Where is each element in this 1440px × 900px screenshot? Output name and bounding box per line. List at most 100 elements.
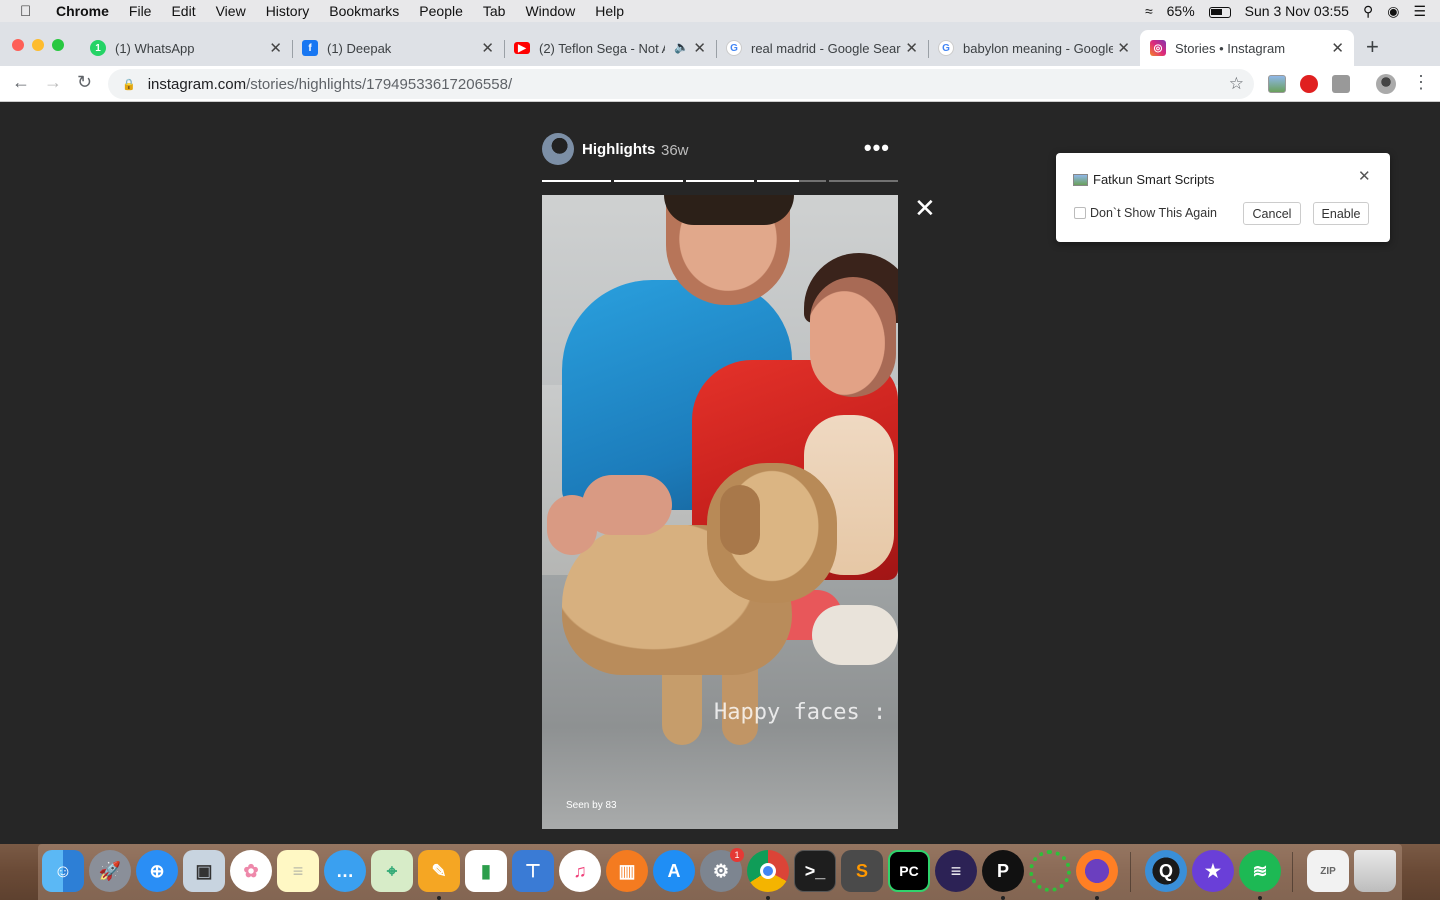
spinner-app-icon[interactable] [1029, 850, 1071, 892]
lock-icon[interactable]: 🔒 [122, 78, 136, 91]
notification-center-icon[interactable]: ☰ [1413, 3, 1426, 20]
tab-instagram[interactable]: ◎ Stories • Instagram ✕ [1140, 30, 1354, 66]
photos-icon[interactable]: ✿ [230, 850, 272, 892]
url-path: /stories/highlights/17949533617206558/ [246, 75, 513, 93]
battery-icon[interactable] [1208, 3, 1231, 19]
tab-google-babylon[interactable]: G babylon meaning - Google Search ✕ [928, 30, 1140, 66]
apple-icon[interactable]:  [20, 3, 40, 20]
bookmark-star-icon[interactable]: ☆ [1229, 74, 1244, 94]
archive-icon[interactable]: ZIP [1307, 850, 1349, 892]
wifi-icon[interactable]: ≈ [1145, 3, 1153, 19]
menu-people[interactable]: People [419, 3, 463, 19]
photo-shoe [812, 605, 898, 665]
running-indicator [766, 896, 770, 900]
quicktime-icon[interactable]: Q [1145, 850, 1187, 892]
opera-extension-icon[interactable] [1300, 75, 1318, 93]
trash-icon[interactable] [1354, 850, 1396, 892]
avatar[interactable] [542, 133, 574, 165]
launchpad-icon[interactable]: 🚀 [89, 850, 131, 892]
menu-file[interactable]: File [129, 3, 152, 19]
photo-girl-face [810, 277, 896, 397]
chrome-menu-icon[interactable]: ⋮ [1412, 72, 1430, 93]
close-window-button[interactable] [12, 39, 24, 51]
eclipse-icon[interactable]: ≡ [935, 850, 977, 892]
tab-whatsapp[interactable]: 1 (1) WhatsApp ✕ [80, 30, 292, 66]
menu-view[interactable]: View [216, 3, 246, 19]
speaker-icon[interactable]: 🔈 [674, 40, 689, 54]
clock[interactable]: Sun 3 Nov 03:55 [1245, 3, 1349, 19]
facebook-icon: f [302, 40, 318, 56]
fatkun-extension-icon[interactable] [1268, 75, 1286, 93]
forward-button[interactable]: → [44, 72, 62, 93]
tab-title: real madrid - Google Search [751, 40, 901, 56]
menu-history[interactable]: History [266, 3, 310, 19]
address-bar[interactable]: 🔒 instagram.com/stories/highlights/17949… [108, 69, 1254, 99]
notes-icon[interactable]: ≡ [277, 850, 319, 892]
close-tab-icon[interactable]: ✕ [693, 39, 706, 57]
photo-puppy-ear [720, 485, 760, 555]
extension-icon[interactable] [1332, 75, 1350, 93]
profile-avatar[interactable] [1376, 74, 1396, 94]
books-icon[interactable]: ▥ [606, 850, 648, 892]
sublime-text-icon[interactable]: S [841, 850, 883, 892]
preview-icon[interactable]: ▣ [183, 850, 225, 892]
siri-icon[interactable]: ◉ [1387, 3, 1399, 20]
instagram-icon: ◎ [1150, 40, 1166, 56]
terminal-icon[interactable]: >_ [794, 850, 836, 892]
fatkun-icon [1073, 174, 1088, 186]
enable-button[interactable]: Enable [1313, 202, 1369, 225]
dont-show-again-checkbox[interactable] [1074, 207, 1086, 219]
menu-help[interactable]: Help [595, 3, 624, 19]
tab-google-real-madrid[interactable]: G real madrid - Google Search ✕ [716, 30, 928, 66]
close-tab-icon[interactable]: ✕ [1117, 39, 1130, 57]
minimize-window-button[interactable] [32, 39, 44, 51]
dont-show-again-label[interactable]: Don`t Show This Again [1090, 206, 1217, 220]
numbers-icon[interactable]: ▮ [465, 850, 507, 892]
spotlight-icon[interactable]: ⚲ [1363, 3, 1373, 20]
tab-facebook[interactable]: f (1) Deepak ✕ [292, 30, 504, 66]
seen-by-count[interactable]: Seen by 83 [566, 800, 617, 811]
tab-title: Stories • Instagram [1175, 40, 1286, 56]
app-store-icon[interactable]: A [653, 850, 695, 892]
close-tab-icon[interactable]: ✕ [269, 39, 282, 57]
running-indicator [1001, 896, 1005, 900]
menu-bookmarks[interactable]: Bookmarks [329, 3, 399, 19]
safari-icon[interactable]: ⊕ [136, 850, 178, 892]
menu-window[interactable]: Window [525, 3, 575, 19]
close-tab-icon[interactable]: ✕ [905, 39, 918, 57]
close-icon[interactable]: ✕ [1358, 167, 1371, 185]
p-app-icon[interactable]: P [982, 850, 1024, 892]
menu-app-name[interactable]: Chrome [56, 3, 109, 19]
back-button[interactable]: ← [12, 72, 30, 93]
reload-button[interactable]: ↻ [77, 72, 92, 93]
imovie-icon[interactable]: ★ [1192, 850, 1234, 892]
pages-icon[interactable]: ✎ [418, 850, 460, 892]
menu-edit[interactable]: Edit [171, 3, 195, 19]
more-options-icon[interactable]: ••• [864, 135, 890, 161]
macos-dock: ☺ 🚀 ⊕ ▣ ✿ ≡ … ⌖ ✎ ▮ ⊤ ♫ ▥ A ⚙ 1 >_ S PC … [0, 844, 1440, 900]
close-tab-icon[interactable]: ✕ [1331, 39, 1344, 57]
finder-icon[interactable]: ☺ [42, 850, 84, 892]
close-tab-icon[interactable]: ✕ [481, 39, 494, 57]
chrome-icon[interactable] [747, 850, 789, 892]
messages-icon[interactable]: … [324, 850, 366, 892]
tab-youtube[interactable]: ▶ (2) Teflon Sega - Not A 🔈 ✕ [504, 30, 716, 66]
maps-icon[interactable]: ⌖ [371, 850, 413, 892]
story-header: Highlights 36w ••• [542, 133, 898, 167]
zoom-window-button[interactable] [52, 39, 64, 51]
menu-tab[interactable]: Tab [483, 3, 506, 19]
keynote-icon[interactable]: ⊤ [512, 850, 554, 892]
spotify-icon[interactable]: ≋ [1239, 850, 1281, 892]
cancel-button[interactable]: Cancel [1243, 202, 1301, 225]
running-indicator [437, 896, 441, 900]
close-icon[interactable]: ✕ [914, 193, 936, 224]
itunes-icon[interactable]: ♫ [559, 850, 601, 892]
progress-fill [542, 180, 611, 182]
firefox-icon[interactable] [1076, 850, 1118, 892]
google-icon: G [726, 40, 742, 56]
photo-hand [547, 495, 597, 555]
pycharm-icon[interactable]: PC [888, 850, 930, 892]
new-tab-button[interactable]: + [1366, 34, 1379, 60]
story-username[interactable]: Highlights [582, 141, 655, 158]
story-photo[interactable]: Happy faces : Seen by 83 [542, 195, 898, 829]
